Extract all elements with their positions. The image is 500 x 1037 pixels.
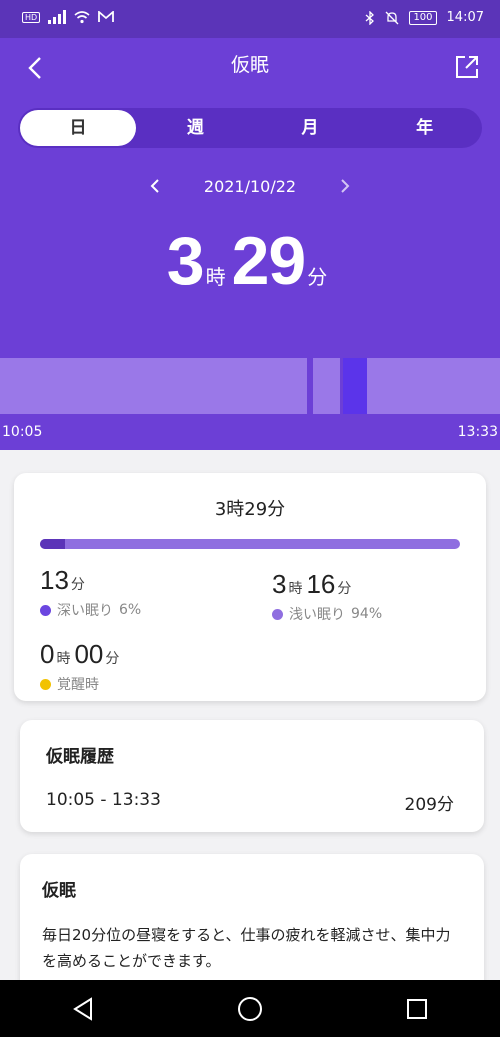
light-minutes: 16 (306, 569, 336, 599)
light-sleep-dot-icon (272, 608, 283, 620)
period-tabs: 日 週 月 年 (18, 108, 482, 148)
top-bar: 仮眠 (0, 38, 500, 94)
awake-stat: 0 時 00 分 覚醒時 (40, 639, 123, 694)
nav-back-button[interactable] (63, 989, 103, 1029)
previous-date-icon[interactable] (146, 177, 164, 195)
summary-total: 3時29分 (214, 499, 286, 520)
tab-month[interactable]: 月 (253, 108, 368, 148)
clock: 14:07 (446, 10, 484, 25)
history-time-range: 10:05 - 13:33 (46, 790, 161, 810)
nav-home-button[interactable] (230, 989, 270, 1029)
nav-recents-button[interactable] (397, 989, 437, 1029)
timeline-awake-gap (307, 358, 313, 414)
sleep-summary-card: 3時29分 13 分 深い眠り 6% 3 時 16 分 浅い眠り 94% 0 時 00 分 覚醒時 (14, 473, 486, 701)
total-minutes: 29 (231, 223, 307, 299)
nap-history-card[interactable]: 仮眠履歴 10:05 - 13:33 209分 (20, 720, 484, 832)
square-recents-icon (406, 998, 427, 1019)
tab-day[interactable]: 日 (20, 110, 136, 146)
awake-label: 覚醒時 (57, 677, 99, 693)
awake-dot-icon (40, 678, 51, 690)
deep-sleep-bar (40, 539, 66, 549)
wifi-icon (74, 11, 90, 24)
circle-home-icon (237, 996, 262, 1021)
status-bar: HD 100 14:07 (0, 0, 500, 38)
deep-minutes-unit: 分 (70, 577, 85, 593)
bluetooth-icon (366, 10, 375, 25)
deep-sleep-dot-icon (40, 604, 51, 616)
awake-hours: 0 (40, 639, 55, 669)
info-title: 仮眠 (42, 881, 76, 901)
mute-icon (385, 11, 399, 24)
share-icon[interactable] (454, 54, 480, 80)
timeline-end: 13:33 (457, 424, 498, 440)
awake-hours-unit: 時 (56, 651, 71, 667)
deep-minutes: 13 (40, 565, 69, 595)
tab-year[interactable]: 年 (367, 108, 482, 148)
mail-icon (98, 11, 115, 22)
total-hours: 3 (166, 223, 205, 299)
current-date: 2021/10/22 (203, 176, 297, 196)
light-sleep-label: 浅い眠り (289, 607, 345, 623)
total-minutes-unit: 分 (307, 265, 328, 289)
timeline-axis (0, 414, 500, 450)
light-sleep-percent: 94% (351, 606, 383, 622)
awake-minutes: 00 (74, 639, 104, 669)
sleep-ratio-bar (40, 539, 460, 549)
total-hours-unit: 時 (205, 265, 226, 289)
hd-icon: HD (22, 11, 41, 23)
triangle-back-icon (73, 996, 93, 1021)
deep-sleep-label: 深い眠り (57, 603, 113, 619)
light-hours: 3 (272, 569, 287, 599)
info-text: 毎日20分位の昼寝をすると、仕事の疲れを軽減させ、集中力を高めることができます。 (42, 926, 451, 970)
awake-minutes-unit: 分 (105, 651, 120, 667)
history-title: 仮眠履歴 (46, 747, 114, 767)
history-duration: 209分 (404, 795, 454, 815)
deep-sleep-percent: 6% (119, 602, 142, 618)
tab-week[interactable]: 週 (138, 108, 253, 148)
signal-icon (48, 10, 67, 24)
total-duration: 3 時29 分 (0, 222, 500, 300)
light-sleep-stat: 3 時 16 分 浅い眠り 94% (272, 569, 382, 624)
system-nav-bar (0, 980, 500, 1037)
deep-sleep-stat: 13 分 深い眠り 6% (40, 565, 141, 620)
light-hours-unit: 時 (288, 581, 303, 597)
page-title: 仮眠 (230, 54, 269, 76)
next-date-icon[interactable] (336, 177, 354, 195)
sleep-timeline (0, 358, 500, 414)
timeline-start: 10:05 (2, 424, 43, 440)
timeline-deep-segment (343, 358, 367, 414)
date-navigator: 2021/10/22 (0, 168, 500, 204)
light-minutes-unit: 分 (337, 581, 352, 597)
nap-info-card: 仮眠 毎日20分位の昼寝をすると、仕事の疲れを軽減させ、集中力を高めることができ… (20, 854, 484, 994)
battery-icon: 100 (409, 10, 437, 25)
